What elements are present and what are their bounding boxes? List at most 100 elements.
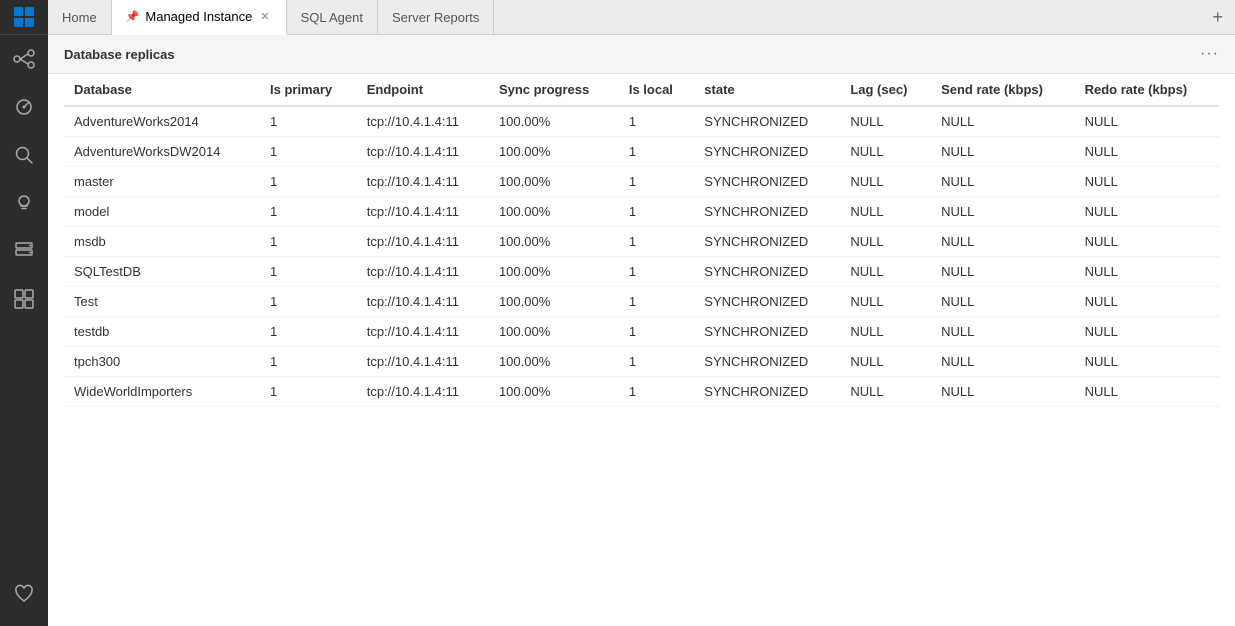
cell-r2-c7: NULL: [931, 167, 1075, 197]
bulb-icon[interactable]: [0, 179, 48, 227]
tab-server-reports-label: Server Reports: [392, 10, 479, 25]
cell-r7-c3: 100.00%: [489, 317, 619, 347]
table-row: AdventureWorks2014 1 tcp://10.4.1.4:11100.…: [64, 106, 1219, 137]
cell-r7-c0: testdb: [64, 317, 260, 347]
cell-r2-c4: 1: [619, 167, 694, 197]
tab-bar: Home 📌 Managed Instance ✕ SQL Agent Serv…: [48, 0, 1235, 35]
cell-r1-c5: SYNCHRONIZED: [694, 137, 840, 167]
cell-r7-c2: tcp://10.4.1.4:11: [357, 317, 489, 347]
col-send-rate: Send rate (kbps): [931, 74, 1075, 106]
add-tab-button[interactable]: +: [1200, 0, 1235, 35]
tab-managed-instance-label: Managed Instance: [145, 9, 252, 24]
cell-r4-c7: NULL: [931, 227, 1075, 257]
tab-home-label: Home: [62, 10, 97, 25]
cell-r3-c3: 100.00%: [489, 197, 619, 227]
tab-home[interactable]: Home: [48, 0, 112, 35]
cell-r8-c5: SYNCHRONIZED: [694, 347, 840, 377]
search-icon[interactable]: [0, 131, 48, 179]
server-icon[interactable]: [0, 227, 48, 275]
cell-r0-c2: tcp://10.4.1.4:11: [357, 106, 489, 137]
cell-r0-c5: SYNCHRONIZED: [694, 106, 840, 137]
cell-r1-c6: NULL: [840, 137, 931, 167]
table-container: Database Is primary Endpoint Sync progre…: [48, 74, 1235, 626]
cell-r9-c6: NULL: [840, 377, 931, 407]
cell-r3-c0: model: [64, 197, 260, 227]
cell-r0-c0: AdventureWorks2014: [64, 106, 260, 137]
col-database: Database: [64, 74, 260, 106]
cell-r4-c1: 1: [260, 227, 357, 257]
cell-r6-c3: 100.00%: [489, 287, 619, 317]
tab-sql-agent[interactable]: SQL Agent: [287, 0, 378, 35]
cell-r4-c6: NULL: [840, 227, 931, 257]
cell-r1-c2: tcp://10.4.1.4:11: [357, 137, 489, 167]
health-icon[interactable]: [0, 570, 48, 618]
cell-r5-c8: NULL: [1075, 257, 1219, 287]
col-state: state: [694, 74, 840, 106]
app-logo: [0, 0, 48, 35]
cell-r6-c1: 1: [260, 287, 357, 317]
cell-r6-c2: tcp://10.4.1.4:11: [357, 287, 489, 317]
cell-r9-c0: WideWorldImporters: [64, 377, 260, 407]
cell-r6-c8: NULL: [1075, 287, 1219, 317]
cell-r0-c4: 1: [619, 106, 694, 137]
cell-r1-c3: 100.00%: [489, 137, 619, 167]
cell-r5-c3: 100.00%: [489, 257, 619, 287]
cell-r9-c2: tcp://10.4.1.4:11: [357, 377, 489, 407]
cell-r0-c3: 100.00%: [489, 106, 619, 137]
cell-r0-c7: NULL: [931, 106, 1075, 137]
cell-r8-c1: 1: [260, 347, 357, 377]
table-row: WideWorldImporters1tcp://10.4.1.4:11100.…: [64, 377, 1219, 407]
cell-r3-c4: 1: [619, 197, 694, 227]
cell-r2-c1: 1: [260, 167, 357, 197]
cell-r6-c4: 1: [619, 287, 694, 317]
cell-r3-c5: SYNCHRONIZED: [694, 197, 840, 227]
database-replicas-table: Database Is primary Endpoint Sync progre…: [64, 74, 1219, 407]
cell-r1-c7: NULL: [931, 137, 1075, 167]
cell-r0-c8: NULL: [1075, 106, 1219, 137]
cell-r9-c3: 100.00%: [489, 377, 619, 407]
cell-r7-c7: NULL: [931, 317, 1075, 347]
cell-r0-c6: NULL: [840, 106, 931, 137]
cell-r4-c8: NULL: [1075, 227, 1219, 257]
cell-r2-c5: SYNCHRONIZED: [694, 167, 840, 197]
tab-managed-instance[interactable]: 📌 Managed Instance ✕: [112, 0, 287, 35]
cell-r3-c8: NULL: [1075, 197, 1219, 227]
cell-r6-c5: SYNCHRONIZED: [694, 287, 840, 317]
section-more-button[interactable]: ···: [1200, 45, 1219, 63]
cell-r7-c4: 1: [619, 317, 694, 347]
grid-icon[interactable]: [0, 275, 48, 323]
cell-r8-c3: 100.00%: [489, 347, 619, 377]
cell-r8-c2: tcp://10.4.1.4:11: [357, 347, 489, 377]
connections-icon[interactable]: [0, 35, 48, 83]
cell-r5-c5: SYNCHRONIZED: [694, 257, 840, 287]
table-row: SQLTestDB1tcp://10.4.1.4:11100.00%1SYNCH…: [64, 257, 1219, 287]
dashboard-icon[interactable]: [0, 83, 48, 131]
close-icon[interactable]: ✕: [258, 8, 271, 25]
col-is-local: Is local: [619, 74, 694, 106]
cell-r9-c8: NULL: [1075, 377, 1219, 407]
cell-r4-c5: SYNCHRONIZED: [694, 227, 840, 257]
cell-r2-c3: 100.00%: [489, 167, 619, 197]
cell-r9-c4: 1: [619, 377, 694, 407]
col-redo-rate: Redo rate (kbps): [1075, 74, 1219, 106]
cell-r1-c4: 1: [619, 137, 694, 167]
table-row: tpch3001tcp://10.4.1.4:11100.00%1SYNCHRO…: [64, 347, 1219, 377]
tab-server-reports[interactable]: Server Reports: [378, 0, 494, 35]
cell-r7-c8: NULL: [1075, 317, 1219, 347]
cell-r1-c1: 1: [260, 137, 357, 167]
tab-sql-agent-label: SQL Agent: [301, 10, 363, 25]
cell-r8-c8: NULL: [1075, 347, 1219, 377]
cell-r2-c8: NULL: [1075, 167, 1219, 197]
cell-r5-c0: SQLTestDB: [64, 257, 260, 287]
cell-r4-c0: msdb: [64, 227, 260, 257]
cell-r9-c1: 1: [260, 377, 357, 407]
cell-r2-c6: NULL: [840, 167, 931, 197]
table-row: AdventureWorksDW20141tcp://10.4.1.4:1110…: [64, 137, 1219, 167]
cell-r6-c7: NULL: [931, 287, 1075, 317]
cell-r9-c7: NULL: [931, 377, 1075, 407]
content-area: Database replicas ··· Database Is primar…: [48, 35, 1235, 626]
cell-r4-c3: 100.00%: [489, 227, 619, 257]
cell-r9-c5: SYNCHRONIZED: [694, 377, 840, 407]
cell-r5-c2: tcp://10.4.1.4:11: [357, 257, 489, 287]
cell-r7-c1: 1: [260, 317, 357, 347]
